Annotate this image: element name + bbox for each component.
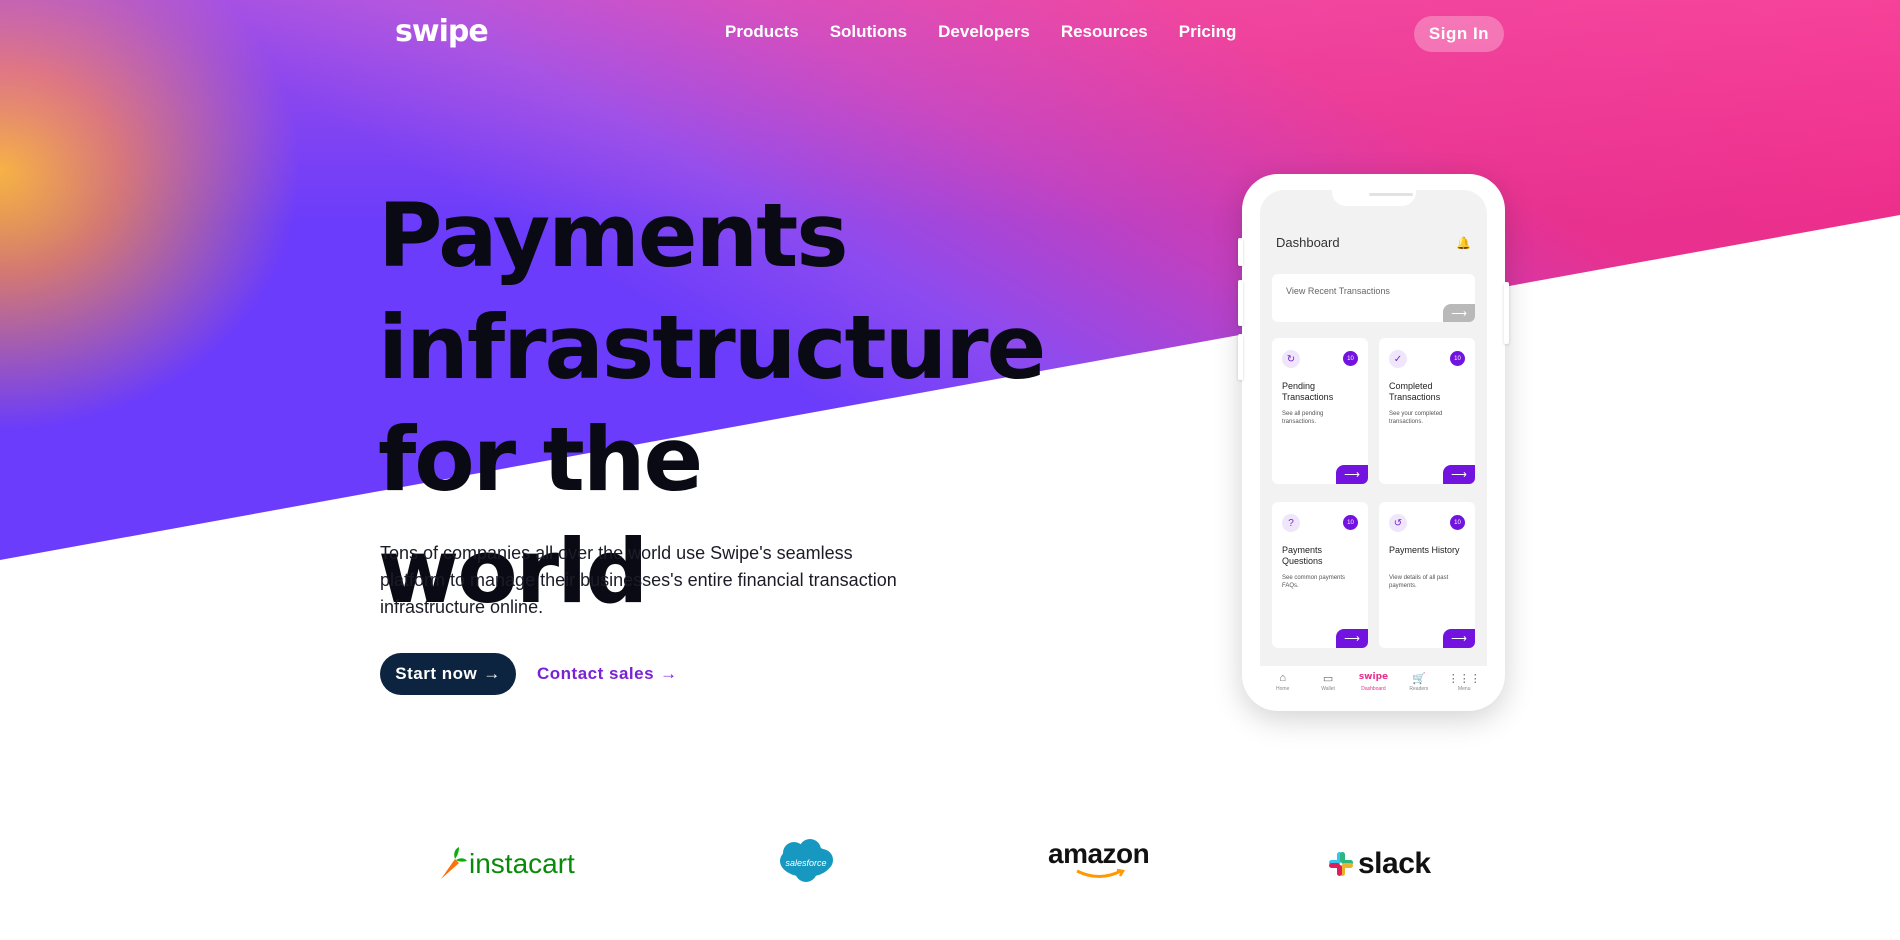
tab-wallet[interactable]: ▭ Wallet — [1308, 672, 1348, 692]
nav-solutions[interactable]: Solutions — [830, 22, 907, 42]
card-pending-transactions[interactable]: ↻ 10 Pending Transactions See all pendin… — [1272, 338, 1368, 484]
nav-resources[interactable]: Resources — [1061, 22, 1148, 42]
card-title: Pending Transactions — [1282, 381, 1334, 402]
dashboard-title: Dashboard — [1276, 235, 1340, 250]
arrow-right-icon: → — [483, 664, 501, 683]
phone-tab-bar: ⌂ Home ▭ Wallet swipe Dashboard 🛒 Reader… — [1260, 666, 1487, 695]
slack-logo: slack — [1328, 844, 1431, 884]
headline-line-1: Payments — [378, 184, 849, 287]
grid-icon: ⋮⋮⋮ — [1447, 673, 1481, 685]
card-payments-history[interactable]: ↺ 10 Payments History View details of al… — [1379, 502, 1475, 648]
cart-icon: 🛒 — [1412, 673, 1426, 685]
notch-speaker — [1369, 193, 1413, 196]
card-description: See your completed transactions. — [1389, 411, 1443, 425]
arrow-right-icon[interactable]: ⟶ — [1336, 465, 1368, 484]
tab-label: Wallet — [1321, 686, 1335, 692]
phone-mockup: Dashboard 🔔 View Recent Transactions ⟶ ↻… — [1238, 174, 1509, 711]
count-badge: 10 — [1343, 351, 1358, 366]
home-icon: ⌂ — [1279, 672, 1287, 684]
instacart-wordmark: instacart — [469, 848, 575, 879]
card-completed-transactions[interactable]: ✓ 10 Completed Transactions See your com… — [1379, 338, 1475, 484]
start-now-button[interactable]: Start now → — [380, 653, 516, 695]
tab-readers[interactable]: 🛒 Readers — [1399, 672, 1439, 692]
card-payments-questions[interactable]: ? 10 Payments Questions See common payme… — [1272, 502, 1368, 648]
wallet-icon: ▭ — [1322, 673, 1334, 685]
arrow-right-icon[interactable]: ⟶ — [1443, 629, 1475, 648]
card-description: See common payments FAQs. — [1282, 575, 1346, 589]
logo-text: swipe — [395, 14, 489, 49]
phone-notch — [1332, 190, 1416, 206]
tab-label: Menu — [1457, 686, 1471, 692]
card-title: Payments Questions — [1282, 545, 1323, 566]
recent-transactions-card[interactable]: View Recent Transactions ⟶ — [1272, 274, 1475, 322]
arrow-right-icon[interactable]: ⟶ — [1443, 465, 1475, 484]
amazon-wordmark: amazon — [1048, 838, 1150, 869]
arrow-right-icon: → — [660, 664, 678, 683]
tab-dashboard[interactable]: swipe Dashboard — [1353, 672, 1393, 692]
check-icon: ✓ — [1389, 350, 1407, 368]
nav-products[interactable]: Products — [725, 22, 799, 42]
contact-sales-label: Contact sales — [537, 664, 655, 683]
tab-label: Home — [1276, 686, 1290, 692]
phone-side-button — [1238, 280, 1243, 326]
amazon-logo: amazon — [1048, 838, 1150, 882]
question-icon: ? — [1282, 514, 1300, 532]
tab-menu[interactable]: ⋮⋮⋮ Menu — [1444, 672, 1484, 692]
amazon-smile-icon — [1075, 868, 1125, 878]
hero-subtext: Tons of companies all over the world use… — [380, 543, 897, 617]
arrow-right-icon[interactable]: ⟶ — [1443, 304, 1475, 322]
phone-side-button — [1238, 238, 1243, 266]
salesforce-wordmark: salesforce — [785, 858, 827, 868]
phone-side-button — [1504, 282, 1509, 344]
contact-sales-link[interactable]: Contact sales → — [537, 664, 678, 684]
instacart-logo: instacart — [437, 844, 575, 884]
nav-developers[interactable]: Developers — [938, 22, 1030, 42]
nav-pricing[interactable]: Pricing — [1179, 22, 1237, 42]
swipe-logo: swipe — [1358, 672, 1389, 682]
card-description: See all pending transactions. — [1282, 411, 1324, 425]
tab-label: Readers — [1409, 686, 1429, 692]
customer-logos: instacart salesforce amazon slack — [0, 838, 1900, 898]
swipe-logo[interactable]: swipe — [395, 14, 489, 54]
phone-side-button — [1238, 334, 1243, 380]
slack-wordmark: slack — [1358, 847, 1431, 880]
phone-screen: Dashboard 🔔 View Recent Transactions ⟶ ↻… — [1260, 190, 1487, 695]
carrot-icon — [441, 847, 467, 879]
bell-icon[interactable]: 🔔 — [1456, 236, 1471, 250]
recent-transactions-label: View Recent Transactions — [1286, 286, 1390, 296]
slack-hash-icon — [1329, 852, 1353, 876]
headline-line-2: infrastructure — [378, 296, 1046, 399]
count-badge: 10 — [1450, 515, 1465, 530]
arrow-right-icon[interactable]: ⟶ — [1336, 629, 1368, 648]
tab-label: Dashboard — [1361, 686, 1386, 692]
history-icon: ↺ — [1389, 514, 1407, 532]
salesforce-logo: salesforce — [776, 838, 836, 888]
page: swipe Products Solutions Developers Reso… — [0, 0, 1900, 940]
main-nav: Products Solutions Developers Resources … — [725, 22, 1236, 42]
count-badge: 10 — [1450, 351, 1465, 366]
tab-home[interactable]: ⌂ Home — [1263, 672, 1303, 692]
card-title: Payments History — [1389, 545, 1460, 555]
card-title: Completed Transactions — [1389, 381, 1441, 402]
start-now-label: Start now — [395, 664, 478, 683]
count-badge: 10 — [1343, 515, 1358, 530]
card-description: View details of all past payments. — [1389, 575, 1449, 589]
sign-in-button[interactable]: Sign In — [1414, 16, 1504, 52]
refresh-icon: ↻ — [1282, 350, 1300, 368]
